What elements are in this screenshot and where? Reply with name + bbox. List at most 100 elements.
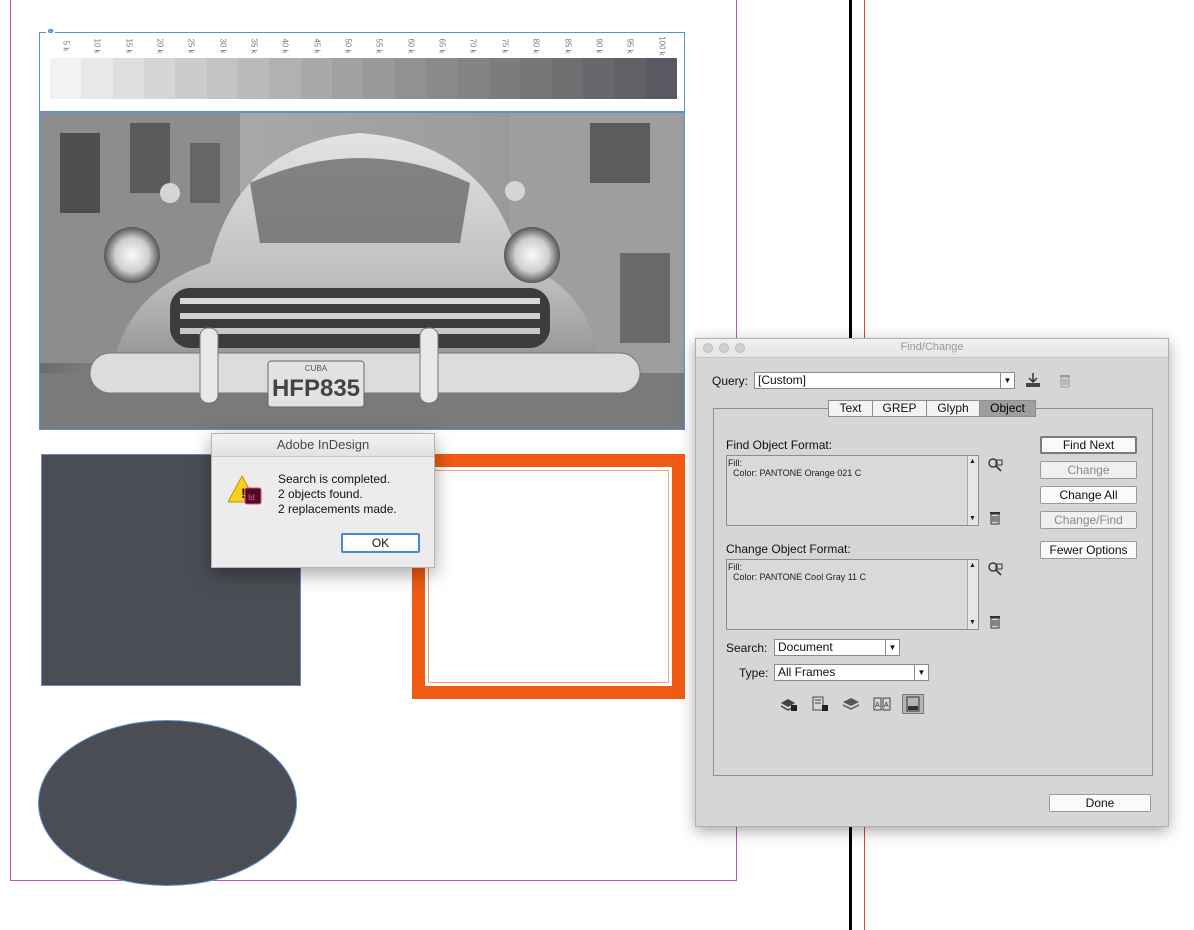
svg-text:Id: Id bbox=[248, 493, 255, 502]
gray-swatch bbox=[50, 58, 82, 99]
car-photo[interactable]: CUBA HFP835 bbox=[39, 112, 685, 430]
clear-find-format-icon[interactable] bbox=[987, 509, 1003, 525]
ok-button[interactable]: OK bbox=[341, 533, 420, 553]
swatch-tick-label: 95 k bbox=[625, 38, 635, 54]
svg-text:A: A bbox=[875, 702, 880, 709]
fewer-options-button[interactable]: Fewer Options bbox=[1040, 541, 1137, 559]
swatch-tick-label: 10 k bbox=[93, 38, 103, 54]
search-option-icons: AA bbox=[778, 694, 924, 714]
swatch-tick-label: 60 k bbox=[406, 38, 416, 54]
gray-swatch bbox=[206, 58, 239, 99]
query-value: [Custom] bbox=[758, 373, 807, 387]
scrollbar[interactable]: ▲ ▼ bbox=[967, 456, 978, 525]
find-format-label: Find Object Format: bbox=[726, 438, 833, 452]
alert-title: Adobe InDesign bbox=[212, 434, 434, 457]
find-change-titlebar[interactable]: Find/Change bbox=[696, 339, 1168, 358]
gray-swatch bbox=[488, 58, 521, 99]
swatch-tick-label: 40 k bbox=[281, 38, 291, 54]
change-find-button[interactable]: Change/Find bbox=[1040, 511, 1137, 529]
swatch-tick-label: 20 k bbox=[155, 38, 165, 54]
gray-swatch bbox=[457, 58, 489, 99]
query-select[interactable]: [Custom] ▼ bbox=[754, 372, 1015, 389]
swatch-tick-label: 25 k bbox=[187, 38, 197, 54]
plate-top-text: CUBA bbox=[305, 364, 328, 373]
query-label: Query: bbox=[712, 374, 749, 388]
include-master-pages-icon[interactable]: AA bbox=[871, 694, 893, 714]
gray-swatch bbox=[551, 58, 583, 99]
delete-query-icon[interactable] bbox=[1057, 372, 1073, 388]
gray-swatch-row bbox=[50, 58, 677, 99]
gray-swatch bbox=[363, 58, 395, 99]
gray-swatch bbox=[300, 58, 333, 99]
gray-swatch bbox=[520, 58, 552, 99]
change-button[interactable]: Change bbox=[1040, 461, 1137, 479]
gray-swatch bbox=[238, 58, 270, 99]
gray-swatch bbox=[269, 58, 301, 99]
find-format-color: Color: PANTONE Orange 021 C bbox=[733, 468, 862, 478]
search-scope-value: Document bbox=[778, 640, 833, 654]
alert-message: Search is completed. 2 objects found. 2 … bbox=[278, 472, 397, 517]
type-select[interactable]: All Frames ▼ bbox=[774, 664, 929, 681]
car-photo-image: CUBA HFP835 bbox=[40, 113, 684, 429]
plate-text: HFP835 bbox=[272, 375, 360, 402]
swatch-tick-label: 100 k bbox=[657, 36, 667, 56]
done-button[interactable]: Done bbox=[1049, 794, 1151, 812]
include-footnotes-icon[interactable] bbox=[902, 694, 924, 714]
swatch-tick-label: 75 k bbox=[500, 38, 510, 54]
gray-swatch bbox=[645, 58, 677, 99]
chevron-down-icon: ▼ bbox=[885, 640, 899, 655]
swatch-tick-label: 50 k bbox=[343, 38, 353, 54]
tab-grep[interactable]: GREP bbox=[872, 400, 926, 417]
alert-dialog: Adobe InDesign ! Id Search is completed.… bbox=[211, 433, 435, 568]
swatch-tick-label: 65 k bbox=[437, 38, 447, 54]
alert-line: 2 objects found. bbox=[278, 487, 363, 501]
swatch-tick-label: 30 k bbox=[218, 38, 228, 54]
change-format-box[interactable]: Fill: Color: PANTONE Cool Gray 11 C ▲ ▼ bbox=[726, 559, 979, 630]
dark-gray-ellipse[interactable] bbox=[38, 720, 297, 886]
alert-line: Search is completed. bbox=[278, 472, 391, 486]
find-change-panel: Find/Change Query: [Custom] ▼ Text GREP … bbox=[695, 338, 1169, 827]
chevron-down-icon: ▼ bbox=[1000, 373, 1014, 388]
search-mode-tabs: Text GREP Glyph Object bbox=[828, 400, 1036, 417]
tab-glyph[interactable]: Glyph bbox=[926, 400, 979, 417]
find-format-fill: Fill: bbox=[728, 458, 742, 468]
type-value: All Frames bbox=[778, 665, 836, 679]
swatch-tick-label: 45 k bbox=[312, 38, 322, 54]
gray-swatch bbox=[144, 58, 176, 99]
swatch-tick-label: 85 k bbox=[563, 38, 573, 54]
swatch-tick-label: 5 k bbox=[61, 40, 71, 52]
swatch-tick-label: 15 k bbox=[124, 38, 134, 54]
gray-swatch bbox=[175, 58, 207, 99]
orange-stroked-rectangle[interactable] bbox=[412, 454, 685, 699]
specify-change-format-icon[interactable] bbox=[987, 561, 1003, 577]
change-format-fill: Fill: bbox=[728, 562, 742, 572]
gray-swatch bbox=[81, 58, 113, 99]
swatch-tick-labels: 5 k 10 k 15 k 20 k 25 k 30 k 35 k 40 k 45 k 50 k 5… bbox=[50, 36, 677, 56]
include-locked-stories-icon[interactable] bbox=[809, 694, 831, 714]
scrollbar[interactable]: ▲ ▼ bbox=[967, 560, 978, 629]
change-all-button[interactable]: Change All bbox=[1040, 486, 1137, 504]
swatch-tick-label: 80 k bbox=[531, 38, 541, 54]
find-format-box[interactable]: Fill: Color: PANTONE Orange 021 C ▲ ▼ bbox=[726, 455, 979, 526]
search-label: Search: bbox=[726, 641, 768, 655]
include-locked-layers-icon[interactable] bbox=[778, 694, 800, 714]
gray-swatch bbox=[112, 58, 145, 99]
chevron-down-icon: ▼ bbox=[914, 665, 928, 680]
alert-line: 2 replacements made. bbox=[278, 502, 397, 516]
search-scope-select[interactable]: Document ▼ bbox=[774, 639, 900, 656]
gray-swatch bbox=[332, 58, 364, 99]
swatch-tick-label: 35 k bbox=[249, 38, 259, 54]
change-format-color: Color: PANTONE Cool Gray 11 C bbox=[733, 572, 867, 582]
type-label: Type: bbox=[739, 666, 769, 680]
specify-find-format-icon[interactable] bbox=[987, 457, 1003, 473]
orange-inner-edge bbox=[428, 470, 669, 683]
tab-text[interactable]: Text bbox=[828, 400, 872, 417]
tab-object[interactable]: Object bbox=[979, 400, 1036, 417]
clear-change-format-icon[interactable] bbox=[987, 613, 1003, 629]
gray-swatch bbox=[614, 58, 646, 99]
find-next-button[interactable]: Find Next bbox=[1040, 436, 1137, 454]
include-hidden-layers-icon[interactable] bbox=[840, 694, 862, 714]
save-query-icon[interactable] bbox=[1025, 372, 1041, 388]
swatch-tick-label: 70 k bbox=[469, 38, 479, 54]
swatch-tick-label: 55 k bbox=[375, 38, 385, 54]
